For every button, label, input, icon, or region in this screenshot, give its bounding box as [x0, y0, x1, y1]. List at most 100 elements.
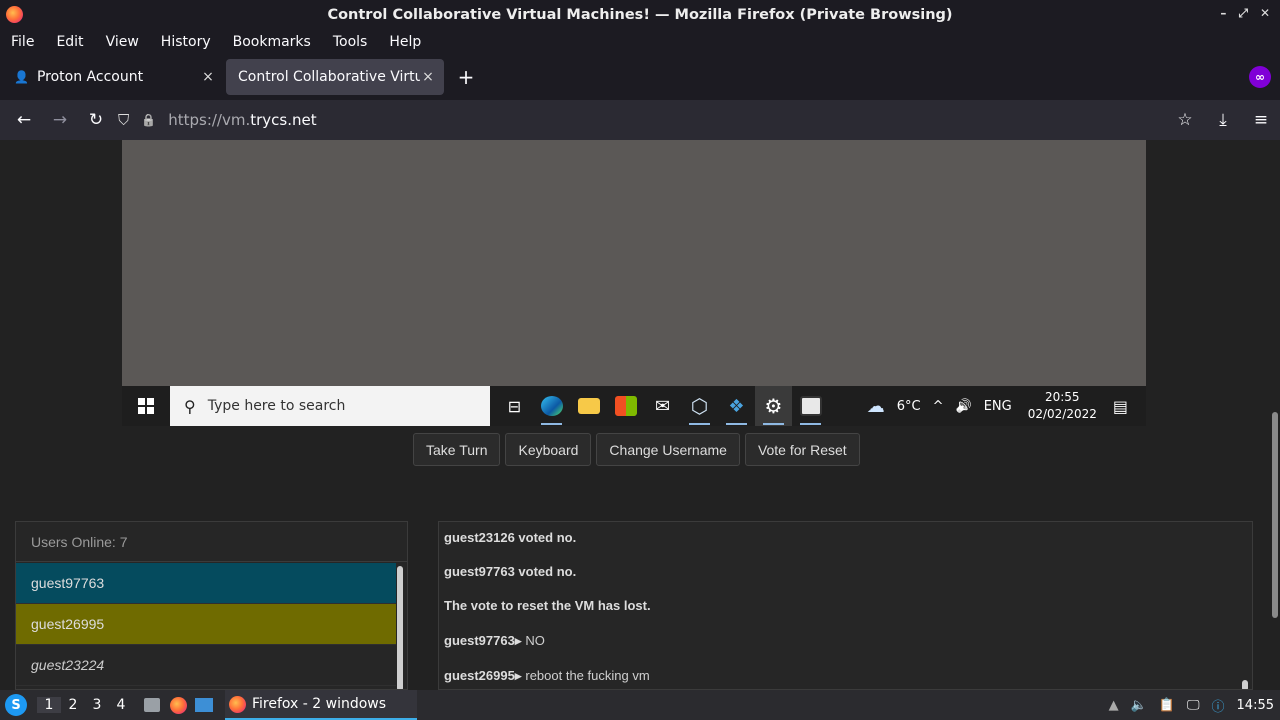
chat-scrollbar[interactable]: [1242, 680, 1248, 689]
updates-icon[interactable]: ⓘ: [1212, 696, 1225, 715]
system-clock[interactable]: 14:55: [1237, 698, 1274, 713]
windows-start-button[interactable]: [122, 386, 170, 426]
firefox-launcher-icon[interactable]: [165, 694, 191, 716]
chat-text: NO: [525, 633, 545, 648]
vm-system-tray: ☁ 6°C ^ 🔊 ENG 20:55 02/02/2022 ▤: [861, 386, 1146, 426]
window-app-icon[interactable]: [792, 386, 829, 426]
close-tab-icon[interactable]: ×: [420, 69, 436, 85]
forward-button[interactable]: →: [42, 110, 78, 130]
chat-panel: guest23126 voted no. guest97763 voted no…: [438, 521, 1253, 690]
tab-collab-vm[interactable]: Control Collaborative Virtual ×: [226, 59, 444, 95]
weather-cloud-icon[interactable]: ☁: [861, 396, 891, 417]
user-list: guest97763 guest26995 guest23224: [16, 563, 396, 686]
system-tray: ▲ 🔈 📋 🖵 ⓘ 14:55: [1109, 696, 1280, 715]
menu-view[interactable]: View: [95, 34, 150, 50]
virtualbox-icon[interactable]: ⬡: [681, 386, 718, 426]
reload-button[interactable]: ↻: [78, 110, 114, 130]
vm-date: 02/02/2022: [1027, 407, 1097, 421]
lock-icon[interactable]: 🔒: [141, 113, 156, 127]
hamburger-menu-icon[interactable]: ≡: [1242, 110, 1280, 130]
vote-reset-button[interactable]: Vote for Reset: [744, 433, 860, 466]
menu-edit[interactable]: Edit: [45, 34, 94, 50]
users-online-panel: Users Online: 7 guest97763 guest26995 gu…: [15, 521, 408, 690]
firefox-task-button[interactable]: Firefox - 2 windows: [225, 690, 417, 720]
notification-icon[interactable]: ▤: [1107, 397, 1134, 416]
users-scrollbar[interactable]: [397, 566, 403, 689]
change-username-button[interactable]: Change Username: [596, 433, 740, 466]
desktop-icon[interactable]: [191, 694, 217, 716]
window-title: Control Collaborative Virtual Machines! …: [327, 6, 953, 23]
desktop-2[interactable]: 2: [61, 697, 85, 713]
menu-bookmarks[interactable]: Bookmarks: [222, 34, 322, 50]
app-icon[interactable]: ❖: [718, 386, 755, 426]
firefox-task-icon: [229, 695, 246, 713]
desktop-3[interactable]: 3: [85, 697, 109, 713]
clipboard-icon[interactable]: 📋: [1159, 698, 1175, 713]
minimize-button[interactable]: –: [1220, 6, 1226, 21]
vm-windows-taskbar[interactable]: ⚲ Type here to search ⊟ ✉ ⬡ ❖ ⚙ ☁ 6°C ^ …: [122, 386, 1146, 426]
keyboard-button[interactable]: Keyboard: [505, 433, 592, 466]
tab-label: Proton Account: [36, 69, 144, 85]
mail-icon[interactable]: ✉: [644, 386, 681, 426]
settings-gear-icon[interactable]: ⚙: [755, 386, 792, 426]
desktop-taskbar: S 1 2 3 4 Firefox - 2 windows ▲ 🔈 📋 🖵 ⓘ …: [0, 690, 1280, 720]
file-explorer-icon[interactable]: [570, 386, 607, 426]
menu-history[interactable]: History: [150, 34, 222, 50]
tab-proton-account[interactable]: 👤 Proton Account ×: [2, 59, 224, 95]
close-tab-icon[interactable]: ×: [200, 69, 216, 85]
navigation-toolbar: ← → ↻ ⛉ 🔒 https://vm.trycs.net ☆ ⤓ ≡: [0, 100, 1280, 140]
close-window-button[interactable]: ✕: [1260, 6, 1270, 21]
back-button[interactable]: ←: [6, 110, 42, 130]
url-bar[interactable]: ⛉ 🔒 https://vm.trycs.net: [118, 104, 1166, 136]
windows-logo-icon: [138, 398, 154, 414]
url-scheme: https://vm.: [168, 111, 251, 129]
vm-clock[interactable]: 20:55 02/02/2022: [1018, 389, 1107, 423]
volume-icon[interactable]: 🔈: [1131, 698, 1147, 713]
users-online-header: Users Online: 7: [16, 522, 407, 562]
tracking-shield-icon[interactable]: ⛉: [118, 111, 129, 129]
take-turn-button[interactable]: Take Turn: [413, 433, 501, 466]
desktop-4[interactable]: 4: [109, 697, 133, 713]
task-view-icon[interactable]: ⊟: [496, 386, 533, 426]
toolbar-right: ☆ ⤓ ≡: [1166, 110, 1280, 130]
edge-browser-icon[interactable]: [533, 386, 570, 426]
page-scrollbar[interactable]: [1272, 412, 1278, 618]
menu-file[interactable]: File: [0, 34, 45, 50]
windows-search-box[interactable]: ⚲ Type here to search: [170, 386, 490, 426]
vm-taskbar-icons: ⊟ ✉ ⬡ ❖ ⚙: [496, 386, 829, 426]
window-controls: – ⤢ ✕: [1220, 6, 1270, 21]
vm-display[interactable]: ⚲ Type here to search ⊟ ✉ ⬡ ❖ ⚙ ☁ 6°C ^ …: [122, 140, 1146, 426]
user-row[interactable]: guest97763: [16, 563, 396, 604]
display-icon[interactable]: 🖵: [1187, 698, 1200, 713]
tray-expand-icon[interactable]: ^: [927, 399, 950, 414]
user-row[interactable]: guest23224: [16, 645, 396, 686]
chat-message: guest26995▸ reboot the fucking vm: [444, 668, 650, 684]
store-icon[interactable]: [607, 386, 644, 426]
chat-user: guest97763▸: [444, 633, 522, 648]
new-tab-button[interactable]: +: [448, 65, 484, 89]
menu-help[interactable]: Help: [378, 34, 432, 50]
user-row[interactable]: guest26995: [16, 604, 396, 645]
chat-user: The vote to reset the VM has lost.: [444, 598, 651, 613]
volume-icon[interactable]: 🔊: [950, 399, 978, 414]
chat-text: reboot the fucking vm: [525, 668, 650, 683]
maximize-button[interactable]: ⤢: [1238, 6, 1248, 21]
menu-tools[interactable]: Tools: [322, 34, 379, 50]
page-content: ⚲ Type here to search ⊟ ✉ ⬡ ❖ ⚙ ☁ 6°C ^ …: [0, 140, 1280, 690]
chat-user: guest97763 voted no.: [444, 564, 577, 579]
downloads-icon[interactable]: ⤓: [1204, 110, 1242, 130]
file-manager-icon[interactable]: [139, 694, 165, 716]
tray-arrow-icon[interactable]: ▲: [1109, 698, 1119, 713]
app-launcher-icon[interactable]: S: [5, 694, 27, 716]
firefox-logo-icon: [6, 6, 23, 23]
weather-temp[interactable]: 6°C: [891, 399, 927, 414]
tab-label: Control Collaborative Virtual: [238, 69, 420, 85]
tab-bar: 👤 Proton Account × Control Collaborative…: [0, 54, 1280, 100]
private-browsing-icon: ∞: [1249, 66, 1271, 88]
desktop-1[interactable]: 1: [37, 697, 61, 713]
vm-time: 20:55: [1044, 390, 1080, 404]
url-text[interactable]: https://vm.trycs.net: [168, 111, 316, 129]
chat-message: guest97763▸ NO: [444, 633, 545, 649]
bookmark-star-icon[interactable]: ☆: [1166, 110, 1204, 130]
language-indicator[interactable]: ENG: [978, 399, 1018, 414]
